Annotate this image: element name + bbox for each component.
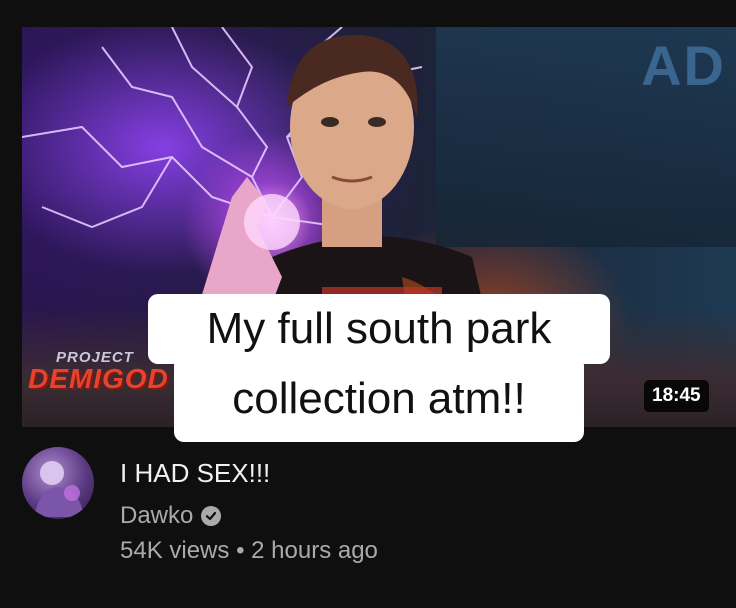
verified-check-icon xyxy=(201,506,222,526)
caption-line-2: collection atm!! xyxy=(232,374,526,423)
thumbnail-corner-text: AD xyxy=(641,34,726,97)
video-metadata: 54K views • 2 hours ago xyxy=(120,537,378,565)
caption-line-1: My full south park xyxy=(206,304,552,353)
view-count: 54K views xyxy=(120,537,230,564)
avatar-figure-icon xyxy=(34,461,84,517)
channel-row: Dawko xyxy=(120,502,222,530)
meme-caption: My full south park collection atm!! xyxy=(148,294,610,444)
video-title[interactable]: I HAD SEX!!! xyxy=(120,458,270,489)
meta-separator: • xyxy=(236,537,245,564)
duration-badge: 18:45 xyxy=(644,380,709,412)
channel-name[interactable]: Dawko xyxy=(120,502,193,530)
channel-avatar[interactable] xyxy=(22,447,94,519)
upload-age: 2 hours ago xyxy=(251,537,378,564)
